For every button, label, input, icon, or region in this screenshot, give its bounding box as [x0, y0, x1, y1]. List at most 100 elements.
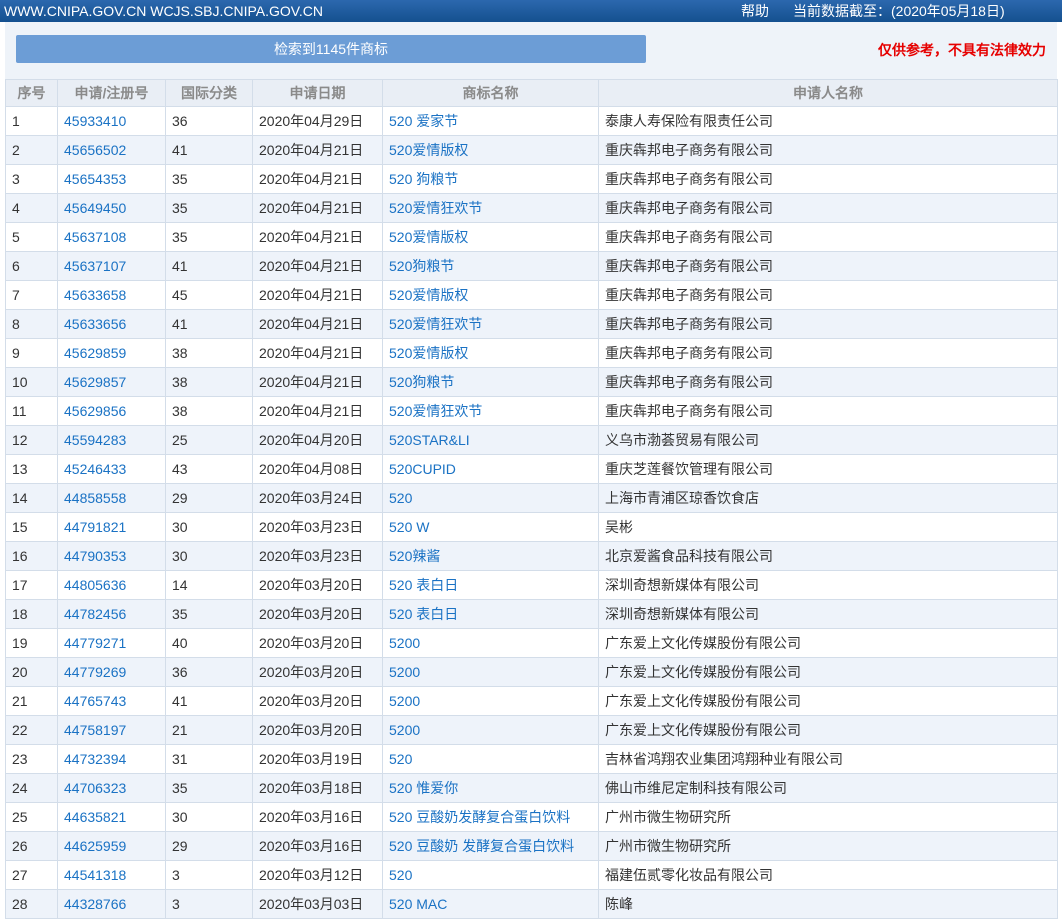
registration-number-cell: 45629859	[57, 338, 166, 368]
trademark-name-cell: 520 豆酸奶发酵复合蛋白饮料	[382, 802, 599, 832]
trademark-name-link[interactable]: 520 W	[389, 519, 429, 535]
help-link[interactable]: 帮助	[741, 0, 769, 22]
application-date: 2020年03月23日	[252, 512, 383, 542]
international-class: 38	[165, 338, 253, 368]
row-number: 11	[5, 396, 58, 426]
result-toolbar: 检索到1145件商标 仅供参考，不具有法律效力	[5, 22, 1057, 79]
trademark-name-link[interactable]: 520 爱家节	[389, 113, 458, 129]
international-class: 36	[165, 657, 253, 687]
registration-number-cell: 45649450	[57, 193, 166, 223]
registration-number-link[interactable]: 44805636	[64, 577, 126, 593]
trademark-name-link[interactable]: 5200	[389, 635, 420, 651]
registration-number-link[interactable]: 44541318	[64, 867, 126, 883]
trademark-name-link[interactable]: 520爱情版权	[389, 142, 468, 158]
table-row: 17 44805636 14 2020年03月20日 520 表白日 深圳奇想新媒体有限公…	[5, 570, 1058, 600]
trademark-name-link[interactable]: 520爱情版权	[389, 229, 468, 245]
registration-number-link[interactable]: 44706323	[64, 780, 126, 796]
trademark-name-link[interactable]: 520	[389, 490, 412, 506]
registration-number-link[interactable]: 44765743	[64, 693, 126, 709]
registration-number-link[interactable]: 45637108	[64, 229, 126, 245]
trademark-name-link[interactable]: 520 表白日	[389, 606, 458, 622]
registration-number-cell: 44765743	[57, 686, 166, 716]
registration-number-link[interactable]: 44732394	[64, 751, 126, 767]
trademark-name-link[interactable]: 520 惟爱你	[389, 780, 458, 796]
registration-number-link[interactable]: 45594283	[64, 432, 126, 448]
registration-number-link[interactable]: 45654353	[64, 171, 126, 187]
trademark-name-link[interactable]: 520爱情狂欢节	[389, 403, 482, 419]
application-date: 2020年03月20日	[252, 686, 383, 716]
registration-number-link[interactable]: 45629856	[64, 403, 126, 419]
row-number: 10	[5, 367, 58, 397]
registration-number-cell: 45637107	[57, 251, 166, 281]
trademark-name-link[interactable]: 520CUPID	[389, 461, 456, 477]
trademark-name-link[interactable]: 5200	[389, 693, 420, 709]
trademark-name-link[interactable]: 5200	[389, 664, 420, 680]
international-class: 3	[165, 860, 253, 890]
applicant-name: 吴彬	[598, 512, 1058, 542]
registration-number-cell: 45933410	[57, 106, 166, 136]
registration-number-cell: 44541318	[57, 860, 166, 890]
trademark-name-link[interactable]: 520 表白日	[389, 577, 458, 593]
row-number: 20	[5, 657, 58, 687]
trademark-name-cell: 520辣酱	[382, 541, 599, 571]
row-number: 28	[5, 889, 58, 919]
table-row: 12 45594283 25 2020年04月20日 520STAR&LI 义乌市渤荟贸易…	[5, 425, 1058, 455]
international-class: 30	[165, 802, 253, 832]
table-row: 9 45629859 38 2020年04月21日 520爱情版权 重庆犇邦电子商务有限公…	[5, 338, 1058, 368]
international-class: 35	[165, 222, 253, 252]
trademark-name-cell: 5200	[382, 715, 599, 745]
trademark-name-link[interactable]: 520爱情版权	[389, 287, 468, 303]
international-class: 35	[165, 599, 253, 629]
row-number: 2	[5, 135, 58, 165]
registration-number-link[interactable]: 45246433	[64, 461, 126, 477]
trademark-name-link[interactable]: 520狗粮节	[389, 258, 454, 274]
data-cutoff-date: 当前数据截至：(2020年05月18日)	[793, 3, 1005, 19]
registration-number-link[interactable]: 44625959	[64, 838, 126, 854]
trademark-name-link[interactable]: 520爱情狂欢节	[389, 316, 482, 332]
registration-number-link[interactable]: 44328766	[64, 896, 126, 912]
trademark-name-link[interactable]: 520 狗粮节	[389, 171, 458, 187]
registration-number-link[interactable]: 45633658	[64, 287, 126, 303]
applicant-name: 重庆犇邦电子商务有限公司	[598, 251, 1058, 281]
applicant-name: 重庆犇邦电子商务有限公司	[598, 396, 1058, 426]
registration-number-link[interactable]: 44779269	[64, 664, 126, 680]
registration-number-link[interactable]: 45637107	[64, 258, 126, 274]
trademark-name-link[interactable]: 520爱情狂欢节	[389, 200, 482, 216]
registration-number-link[interactable]: 45629859	[64, 345, 126, 361]
registration-number-link[interactable]: 45933410	[64, 113, 126, 129]
row-number: 6	[5, 251, 58, 281]
registration-number-link[interactable]: 44791821	[64, 519, 126, 535]
trademark-name-link[interactable]: 520 豆酸奶 发酵复合蛋白饮料	[389, 838, 574, 854]
trademark-name-link[interactable]: 520	[389, 751, 412, 767]
registration-number-cell: 45594283	[57, 425, 166, 455]
application-date: 2020年04月21日	[252, 135, 383, 165]
trademark-name-cell: 520	[382, 860, 599, 890]
registration-number-link[interactable]: 44635821	[64, 809, 126, 825]
application-date: 2020年04月21日	[252, 338, 383, 368]
column-header-trademark-name: 商标名称	[382, 79, 599, 107]
registration-number-link[interactable]: 45629857	[64, 374, 126, 390]
trademark-name-link[interactable]: 520 豆酸奶发酵复合蛋白饮料	[389, 809, 570, 825]
trademark-name-link[interactable]: 520辣酱	[389, 548, 440, 564]
applicant-name: 广州市微生物研究所	[598, 831, 1058, 861]
registration-number-link[interactable]: 44790353	[64, 548, 126, 564]
registration-number-link[interactable]: 45633656	[64, 316, 126, 332]
registration-number-cell: 44758197	[57, 715, 166, 745]
registration-number-link[interactable]: 44782456	[64, 606, 126, 622]
result-count-button[interactable]: 检索到1145件商标	[16, 35, 646, 63]
application-date: 2020年03月20日	[252, 657, 383, 687]
trademark-name-link[interactable]: 520爱情版权	[389, 345, 468, 361]
trademark-name-link[interactable]: 520狗粮节	[389, 374, 454, 390]
registration-number-link[interactable]: 44758197	[64, 722, 126, 738]
registration-number-link[interactable]: 45656502	[64, 142, 126, 158]
registration-number-link[interactable]: 44779271	[64, 635, 126, 651]
trademark-name-link[interactable]: 520	[389, 867, 412, 883]
trademark-name-link[interactable]: 520 MAC	[389, 896, 447, 912]
registration-number-link[interactable]: 45649450	[64, 200, 126, 216]
trademark-name-cell: 5200	[382, 657, 599, 687]
registration-number-cell: 44635821	[57, 802, 166, 832]
trademark-name-link[interactable]: 520STAR&LI	[389, 432, 470, 448]
applicant-name: 广东爱上文化传媒股份有限公司	[598, 628, 1058, 658]
trademark-name-link[interactable]: 5200	[389, 722, 420, 738]
registration-number-link[interactable]: 44858558	[64, 490, 126, 506]
